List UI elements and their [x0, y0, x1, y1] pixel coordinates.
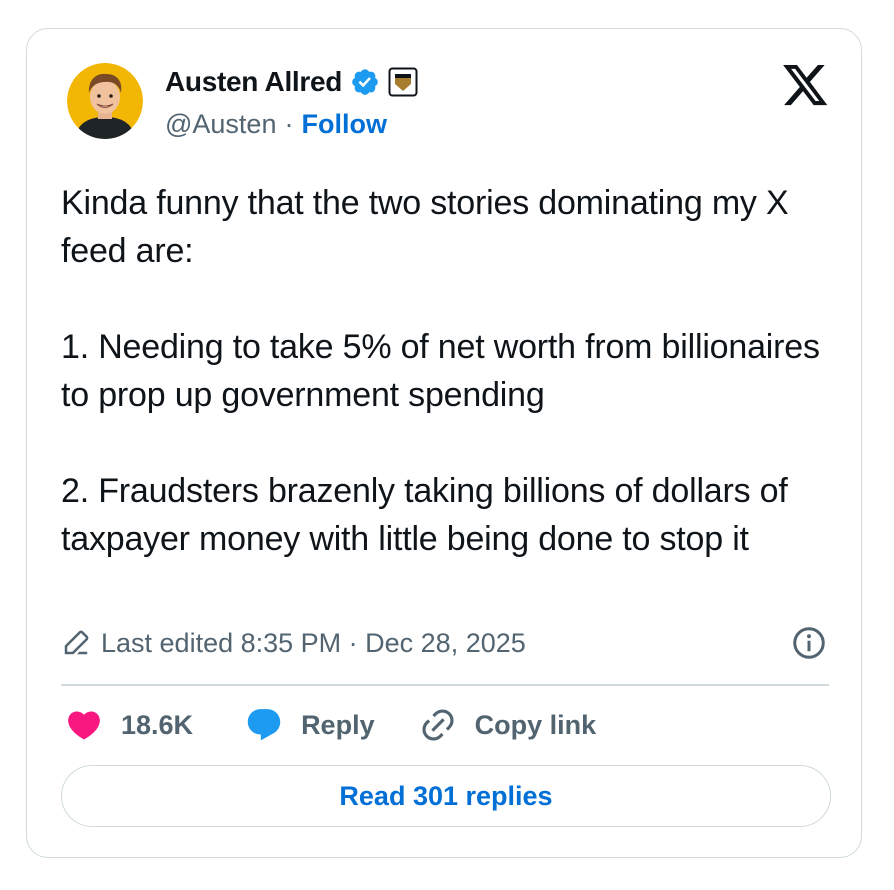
reply-label: Reply [301, 709, 375, 740]
divider [61, 684, 829, 686]
tweet-text: Kinda funny that the two stories dominat… [61, 179, 841, 563]
pencil-icon [61, 628, 91, 658]
avatar[interactable] [67, 63, 143, 139]
tweet-card: Austen Allred @Austen · Follow Kinda fun… [26, 28, 862, 858]
tweet-paragraph: 2. Fraudsters brazenly taking billions o… [61, 472, 788, 558]
copy-link-label: Copy link [474, 709, 597, 740]
heart-icon [68, 711, 100, 740]
tweet-paragraph: 1. Needing to take 5% of net worth from … [61, 328, 820, 414]
verified-badge-icon [350, 67, 380, 97]
avatar-image [67, 63, 143, 139]
affiliate-badge-icon[interactable] [388, 67, 418, 97]
tweet-paragraph: Kinda funny that the two stories dominat… [61, 184, 789, 270]
edited-timestamp[interactable]: Last edited 8:35 PM · Dec 28, 2025 [101, 628, 526, 659]
author-handle[interactable]: @Austen [165, 109, 276, 140]
follow-button[interactable]: Follow [301, 109, 386, 140]
separator-dot: · [284, 108, 294, 139]
author-handle-row: @Austen · Follow [165, 107, 387, 141]
action-bar: 18.6K Reply Copy link [65, 705, 596, 745]
read-replies-button[interactable]: Read 301 replies [61, 765, 831, 827]
edited-timestamp-row: Last edited 8:35 PM · Dec 28, 2025 [61, 625, 526, 661]
x-logo-icon[interactable] [783, 65, 829, 107]
like-button[interactable]: 18.6K [65, 706, 193, 744]
author-display-name[interactable]: Austen Allred [165, 66, 342, 98]
like-count: 18.6K [121, 709, 194, 740]
link-icon [422, 709, 454, 741]
reply-button[interactable]: Reply [245, 706, 375, 744]
info-icon[interactable] [791, 625, 827, 661]
copy-link-button[interactable]: Copy link [419, 706, 597, 744]
reply-bubble-icon [247, 709, 281, 741]
author-name-row: Austen Allred [165, 65, 418, 99]
